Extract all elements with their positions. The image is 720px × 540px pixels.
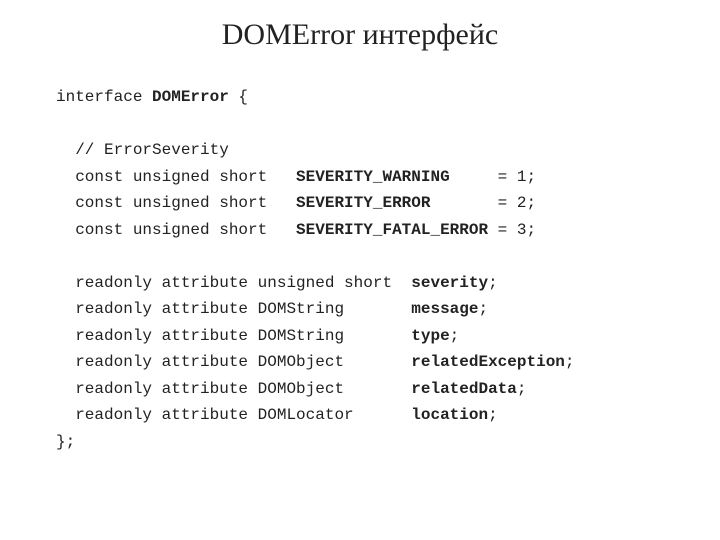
code-line: const unsigned short SEVERITY_FATAL_ERRO… <box>56 221 536 239</box>
kw: readonly attribute unsigned short <box>56 274 411 292</box>
ident: SEVERITY_FATAL_ERROR <box>296 221 488 239</box>
code-line: }; <box>56 433 75 451</box>
kw: readonly attribute DOMString <box>56 300 411 318</box>
punct: = 3; <box>488 221 536 239</box>
ident: relatedException <box>411 353 565 371</box>
code-line: readonly attribute unsigned short severi… <box>56 274 498 292</box>
code-line: readonly attribute DOMObject relatedExce… <box>56 353 575 371</box>
code-line: const unsigned short SEVERITY_ERROR = 2; <box>56 194 536 212</box>
kw: readonly attribute DOMLocator <box>56 406 411 424</box>
ident: relatedData <box>411 380 517 398</box>
code-line: readonly attribute DOMString type; <box>56 327 459 345</box>
punct: = 2; <box>430 194 536 212</box>
punct: { <box>229 88 248 106</box>
page-title: DOMError интерфейс <box>0 0 720 84</box>
kw: readonly attribute DOMString <box>56 327 411 345</box>
punct: ; <box>488 274 498 292</box>
kw: const unsigned short <box>56 168 296 186</box>
code-line: // ErrorSeverity <box>56 141 229 159</box>
ident: SEVERITY_WARNING <box>296 168 450 186</box>
punct: = 1; <box>450 168 536 186</box>
kw: const unsigned short <box>56 221 296 239</box>
code-line: readonly attribute DOMLocator location; <box>56 406 498 424</box>
ident: DOMError <box>152 88 229 106</box>
punct: ; <box>478 300 488 318</box>
code-line: readonly attribute DOMString message; <box>56 300 488 318</box>
ident: type <box>411 327 449 345</box>
ident: severity <box>411 274 488 292</box>
code-line: interface DOMError { <box>56 88 248 106</box>
punct: ; <box>488 406 498 424</box>
punct: ; <box>517 380 527 398</box>
kw: const unsigned short <box>56 194 296 212</box>
kw: readonly attribute DOMObject <box>56 353 411 371</box>
kw: readonly attribute DOMObject <box>56 380 411 398</box>
punct: ; <box>450 327 460 345</box>
ident: location <box>411 406 488 424</box>
code-block: interface DOMError { // ErrorSeverity co… <box>56 84 720 455</box>
ident: SEVERITY_ERROR <box>296 194 430 212</box>
code-line: const unsigned short SEVERITY_WARNING = … <box>56 168 536 186</box>
kw: interface <box>56 88 152 106</box>
code-line: readonly attribute DOMObject relatedData… <box>56 380 527 398</box>
ident: message <box>411 300 478 318</box>
punct: ; <box>565 353 575 371</box>
